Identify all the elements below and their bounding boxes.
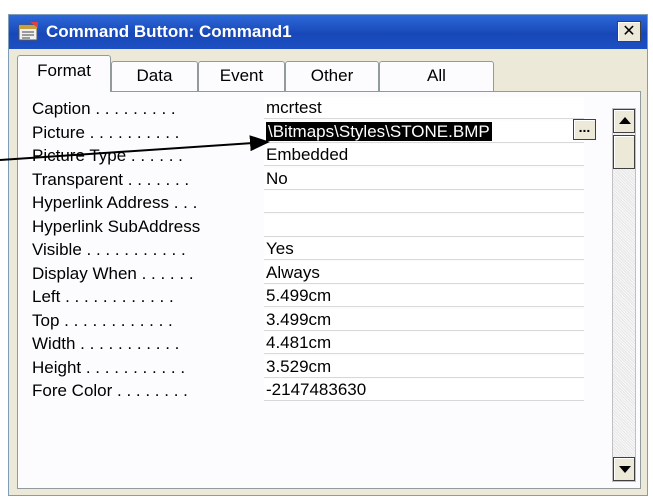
tab-label: Format [37, 61, 91, 80]
arrow-line [0, 135, 270, 161]
tab-format[interactable]: Format [17, 55, 111, 92]
